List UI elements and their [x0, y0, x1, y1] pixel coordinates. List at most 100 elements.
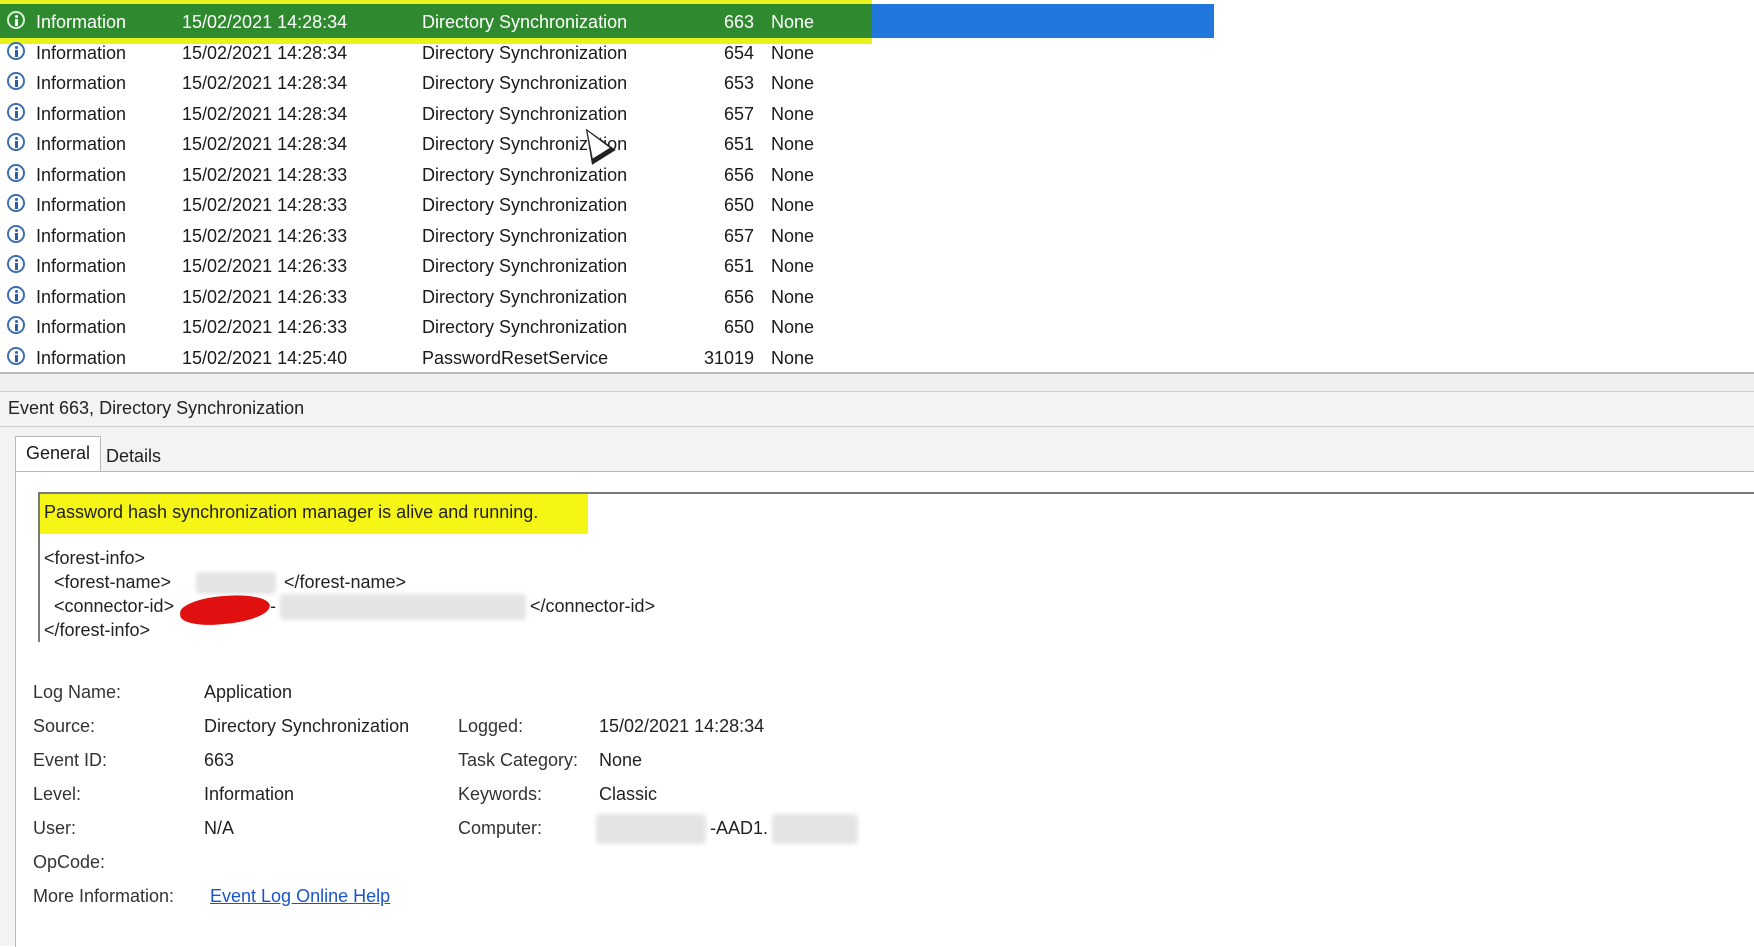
event-row[interactable]: Information 15/02/2021 14:28:34 Directory … [0, 0, 1754, 44]
row-event-id: 31019 [703, 347, 754, 368]
row-level: Information [36, 347, 127, 368]
row-date-time: 15/02/2021 14:28:34 [182, 134, 348, 154]
row-task-category: None [771, 256, 815, 276]
logged-value[interactable]: 15/02/2021 14:28:34 [599, 716, 764, 737]
logged-label: Logged: [458, 716, 524, 736]
event-row[interactable]: Information 15/02/2021 14:28:34 Directory … [0, 99, 1754, 129]
level-value[interactable]: Information [204, 784, 294, 805]
event-row[interactable]: Information 15/02/2021 14:28:34 Directory … [0, 68, 1754, 98]
event-row[interactable]: Information 15/02/2021 14:28:34 Directory … [0, 38, 1754, 68]
row-level: Information [36, 42, 127, 63]
row-event-id: 656 [723, 164, 754, 185]
row-date-time: 15/02/2021 14:26:33 [182, 225, 348, 246]
row-level: Information [36, 134, 127, 154]
tab-details[interactable]: Details [96, 440, 171, 472]
title-divider [0, 426, 1754, 427]
row-date-time: 15/02/2021 14:28:33 [182, 195, 348, 215]
row-event-id: 653 [723, 73, 754, 93]
row-date-time: 15/02/2021 14:28:34 [182, 73, 348, 93]
row-task-category: None [771, 286, 815, 307]
user-value[interactable]: N/A [204, 818, 234, 839]
information-icon [7, 72, 25, 90]
row-task-category: None [771, 317, 815, 337]
event-row[interactable]: Information 15/02/2021 14:28:34 Directory … [0, 129, 1754, 159]
event-row[interactable]: Information 15/02/2021 14:26:33 Directory … [0, 251, 1754, 281]
information-icon [7, 316, 25, 334]
row-task-category: None [771, 134, 815, 154]
computer-label: Computer: [458, 818, 543, 838]
keywords-label: Keywords: [458, 784, 543, 804]
information-icon [7, 285, 25, 304]
xml-forest-name-open: <forest-name> [54, 572, 172, 592]
xml-connector-id-dash: - [270, 596, 276, 616]
more-information-label: More Information: [33, 886, 175, 906]
redacted-forest-name [196, 572, 276, 594]
xml-connector-id-open: <connector-id> [54, 596, 175, 616]
selection-bar-extension [872, 4, 1214, 38]
information-icon [7, 133, 25, 151]
row-level: Information [36, 286, 127, 307]
row-event-id: 663 [723, 12, 754, 32]
redaction-scribble [179, 592, 271, 628]
event-id-value[interactable]: 663 [204, 750, 234, 771]
information-icon [7, 194, 25, 212]
event-details-title: Event 663, Directory Synchronization [8, 398, 305, 418]
row-date-time: 15/02/2021 14:28:33 [182, 164, 348, 185]
xml-forest-info-close: </forest-info> [44, 620, 151, 640]
source-value[interactable]: Directory Synchronization [204, 716, 409, 737]
information-icon [7, 255, 25, 273]
row-level: Information [36, 256, 127, 276]
row-date-time: 15/02/2021 14:26:33 [182, 256, 348, 276]
row-date-time: 15/02/2021 14:28:34 [182, 103, 348, 124]
event-row[interactable]: Information 15/02/2021 14:26:33 Directory … [0, 312, 1754, 342]
event-details-pane: Event 663, Directory Synchronization Gen… [0, 392, 1754, 947]
information-icon [7, 102, 25, 121]
row-task-category: None [771, 12, 815, 32]
event-description-text: Password hash synchronization manager is… [44, 502, 539, 522]
xml-connector-id-close: </connector-id> [530, 596, 656, 616]
pane-splitter[interactable] [0, 372, 1754, 392]
xml-forest-info-open: <forest-info> [44, 548, 146, 568]
event-row[interactable]: Information 15/02/2021 14:26:33 Directory … [0, 282, 1754, 312]
computer-value[interactable]: -AAD1. [710, 818, 768, 839]
row-event-id: 654 [723, 42, 754, 63]
row-event-id: 657 [723, 103, 754, 124]
task-category-value[interactable]: None [599, 750, 642, 771]
event-description-box[interactable]: Password hash synchronization manager is… [38, 492, 1754, 642]
information-icon [7, 224, 25, 243]
event-row[interactable]: Information 15/02/2021 14:26:33 Directory … [0, 221, 1754, 251]
event-row[interactable]: Information 15/02/2021 14:25:40 PasswordRe… [0, 343, 1754, 373]
row-task-category: None [771, 164, 815, 185]
event-row[interactable]: Information 15/02/2021 14:28:33 Directory … [0, 190, 1754, 220]
event-id-label: Event ID: [33, 750, 108, 770]
row-level: Information [36, 12, 127, 32]
row-level: Information [36, 195, 127, 215]
event-row[interactable]: Information 15/02/2021 14:28:33 Directory … [0, 160, 1754, 190]
row-task-category: None [771, 347, 815, 368]
event-list[interactable]: Information 15/02/2021 14:28:34 Directory … [0, 0, 1754, 372]
event-log-online-help-link[interactable]: Event Log Online Help [210, 886, 390, 907]
opcode-label: OpCode: [33, 852, 106, 872]
tab-general[interactable]: General [15, 436, 102, 473]
row-date-time: 15/02/2021 14:25:40 [182, 347, 348, 368]
task-category-label: Task Category: [458, 750, 579, 770]
row-event-id: 656 [723, 286, 754, 307]
row-date-time: 15/02/2021 14:26:33 [182, 317, 348, 337]
level-label: Level: [33, 784, 82, 804]
row-level: Information [36, 73, 127, 93]
row-task-category: None [771, 225, 815, 246]
source-label: Source: [33, 716, 96, 736]
row-event-id: 650 [723, 195, 754, 215]
redacted-computer-suffix [772, 814, 858, 844]
keywords-value[interactable]: Classic [599, 784, 657, 805]
row-level: Information [36, 317, 127, 337]
information-icon [7, 346, 25, 365]
row-event-id: 650 [723, 317, 754, 337]
row-level: Information [36, 103, 127, 124]
xml-forest-name-close: </forest-name> [284, 572, 407, 592]
row-task-category: None [771, 73, 815, 93]
row-event-id: 651 [723, 256, 754, 276]
row-date-time: 15/02/2021 14:26:33 [182, 286, 348, 307]
row-event-id: 657 [723, 225, 754, 246]
log-name-value[interactable]: Application [204, 682, 292, 703]
